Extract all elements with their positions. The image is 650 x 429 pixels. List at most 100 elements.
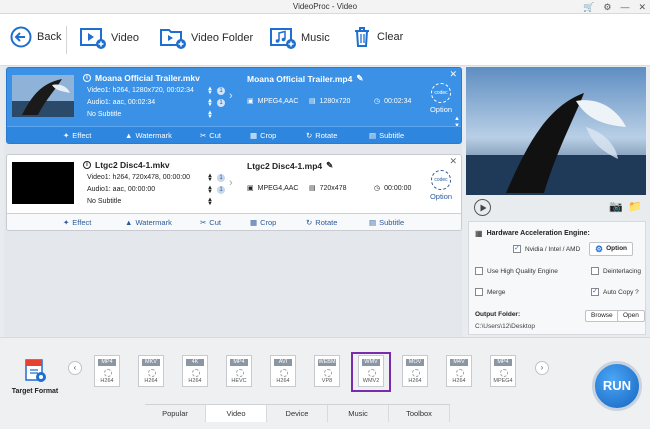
target-format-icon [25, 359, 46, 382]
format-mkv-h264[interactable]: MKV H264 [134, 355, 168, 389]
remove-task-icon[interactable]: ✕ [449, 156, 457, 167]
add-music-button[interactable]: Music [270, 26, 330, 50]
watermark-button[interactable]: ▲ Watermark [125, 131, 172, 140]
format-mp4-h264[interactable]: MP4 H264 [90, 355, 124, 389]
trash-icon [352, 26, 372, 48]
output-folder-path[interactable]: C:\Users\12\Desktop [475, 323, 535, 330]
cut-button[interactable]: ✂ Cut [200, 131, 221, 140]
format-container: MP4 [230, 359, 248, 366]
minimize-icon[interactable]: — [620, 1, 629, 13]
output-file-name: Moana Official Trailer.mp4 [247, 73, 353, 84]
video-track-stepper[interactable]: ▲ ▼ [207, 86, 213, 96]
output-format: ▣ MPEG4,AAC [247, 97, 309, 106]
add-video-folder-button[interactable]: Video Folder [160, 26, 253, 50]
tab-video[interactable]: Video [206, 405, 267, 422]
add-video-button[interactable]: Video [80, 26, 139, 50]
format-codec: MPEG4 [493, 378, 513, 384]
effect-label: Effect [72, 217, 92, 227]
format-4k-h264[interactable]: 4K H264 [178, 355, 212, 389]
effect-button[interactable]: ✦ Effect [63, 218, 91, 227]
hardware-option-button[interactable]: ⚙ Option [589, 242, 634, 256]
tab-toolbox[interactable]: Toolbox [389, 405, 450, 422]
edit-name-icon[interactable]: ✎ [326, 160, 333, 171]
format-wmv-wmv2[interactable]: WMV WMV2 [351, 352, 391, 392]
film-icon: ▣ [247, 98, 254, 105]
play-icon [480, 204, 486, 211]
video-thumbnail [12, 75, 74, 117]
snapshot-camera-icon[interactable]: 📷 [609, 200, 623, 213]
rotate-button[interactable]: ↻ Rotate [306, 131, 337, 140]
run-button[interactable]: RUN [592, 361, 642, 411]
audio-track-stepper[interactable]: ▲ ▼ [207, 185, 213, 195]
subtitle-track-stepper[interactable]: ▲ ▼ [207, 197, 213, 207]
output-file-name: Ltgc2 Disc4-1.mp4 [247, 160, 323, 171]
toolbar-divider [66, 26, 67, 54]
cut-button[interactable]: ✂ Cut [200, 218, 221, 227]
rotate-button[interactable]: ↻ Rotate [306, 218, 337, 227]
scissors-icon: ✂ [200, 130, 207, 140]
effect-label: Effect [72, 130, 92, 140]
format-category-tabs: Popular Video Device Music Toolbox [145, 404, 450, 422]
format-mp4-hevc[interactable]: MP4 HEVC [222, 355, 256, 389]
close-icon[interactable]: ✕ [638, 1, 646, 13]
crop-button[interactable]: ▦ Crop [250, 218, 276, 227]
gear-icon[interactable]: ⚙ [603, 1, 611, 13]
info-icon[interactable]: i [83, 161, 91, 169]
video-preview[interactable] [466, 67, 646, 195]
output-format-text: MPEG4,AAC [257, 184, 299, 192]
clear-button[interactable]: Clear [352, 26, 403, 48]
task-item[interactable]: ✕ i Moana Official Trailer.mkv Video1: h… [6, 67, 462, 144]
target-format-button[interactable]: Target Format [6, 358, 64, 395]
source-file: i Ltgc2 Disc4-1.mkv [83, 160, 170, 170]
gear-icon: ⚙ [595, 244, 604, 254]
codec-option-button[interactable]: codec Option [427, 170, 455, 201]
crop-button[interactable]: ▦ Crop [250, 131, 276, 140]
subtitle-button[interactable]: ▤ Subtitle [369, 131, 404, 140]
tab-popular[interactable]: Popular [145, 405, 206, 422]
browse-button[interactable]: Browse [585, 310, 619, 322]
subtitle-button[interactable]: ▤ Subtitle [369, 218, 404, 227]
output-duration: ◷ 00:02:34 [374, 97, 411, 106]
info-icon[interactable]: i [83, 74, 91, 82]
merge-checkbox[interactable]: Merge [475, 288, 505, 296]
back-button[interactable]: Back [10, 26, 61, 48]
audio-track-stepper[interactable]: ▲ ▼ [207, 98, 213, 108]
edit-name-icon[interactable]: ✎ [356, 73, 363, 84]
cart-icon[interactable]: 🛒 [583, 1, 594, 13]
effect-button[interactable]: ✦ Effect [63, 131, 91, 140]
nvidia-intel-amd-checkbox[interactable]: ✓ Nvidia / Intel / AMD [513, 245, 580, 253]
output-duration: ◷ 00:00:00 [374, 184, 411, 193]
format-avi-h264[interactable]: AVI H264 [266, 355, 300, 389]
rotate-icon: ↻ [306, 130, 313, 140]
video-track-info: Video1: h264, 720x478, 00:00:00 [87, 174, 191, 181]
audio-track-count: 1 [217, 186, 225, 194]
open-folder-icon[interactable]: 📁 [628, 200, 642, 213]
format-webm-vp8[interactable]: WEBM VP8 [310, 355, 344, 389]
high-quality-engine-checkbox[interactable]: Use High Quality Engine [475, 267, 558, 275]
hardware-acceleration-header: ▦ Hardware Acceleration Engine: [475, 229, 590, 238]
task-item[interactable]: ✕ i Ltgc2 Disc4-1.mkv Video1: h264, 720x… [6, 154, 462, 231]
codec-option-label: Option [429, 105, 453, 114]
format-next-button[interactable]: › [535, 361, 549, 375]
auto-copy-checkbox[interactable]: ✓ Auto Copy ? [591, 288, 639, 296]
tab-device[interactable]: Device [267, 405, 328, 422]
checkbox-checked: ✓ [513, 245, 521, 253]
target-format-label: Target Format [11, 388, 59, 395]
checkbox-unchecked [475, 267, 483, 275]
play-button[interactable] [474, 199, 491, 216]
add-music-icon [270, 26, 296, 50]
title-bar: VideoProc - Video 🛒 ⚙ — ✕ [0, 0, 650, 14]
format-m4v-h264[interactable]: M4V H264 [442, 355, 476, 389]
subtitle-track-stepper[interactable]: ▲ ▼ [207, 110, 213, 120]
open-folder-button[interactable]: Open [617, 310, 645, 322]
format-mov-h264[interactable]: MOV H264 [398, 355, 432, 389]
format-prev-button[interactable]: ‹ [68, 361, 82, 375]
video-track-stepper[interactable]: ▲ ▼ [207, 173, 213, 183]
tab-music[interactable]: Music [328, 405, 389, 422]
deinterlacing-checkbox[interactable]: Deinterlacing [591, 267, 641, 275]
format-mp4-mpeg4[interactable]: MP4 MPEG4 [486, 355, 520, 389]
film-icon: ▣ [247, 185, 254, 192]
remove-task-icon[interactable]: ✕ [449, 69, 457, 80]
watermark-button[interactable]: ▲ Watermark [125, 218, 172, 227]
codec-option-button[interactable]: codec Option [427, 83, 455, 114]
